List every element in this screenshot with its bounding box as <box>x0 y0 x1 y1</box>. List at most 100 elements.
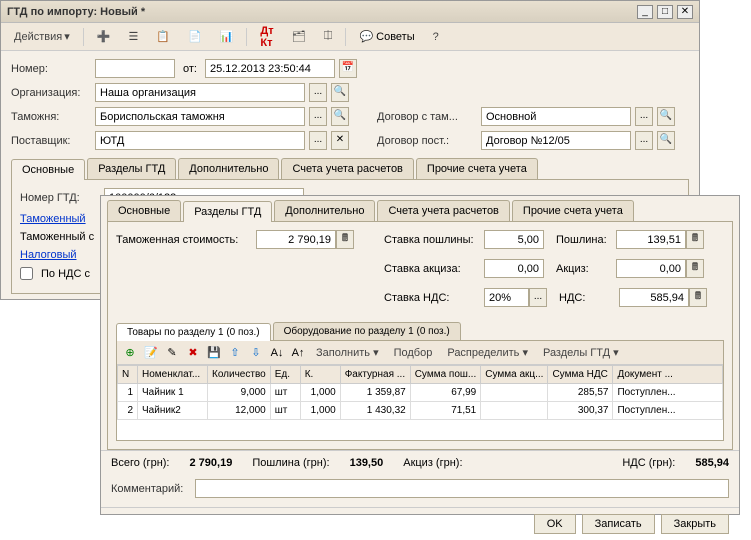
tab-accounts[interactable]: Счета учета расчетов <box>281 158 413 179</box>
contract-sup-open-icon[interactable]: 🔍 <box>657 131 675 150</box>
supplier-select-button[interactable]: ... <box>309 131 327 150</box>
tab-sections-2[interactable]: Разделы ГТД <box>183 201 272 222</box>
customs-payment-link[interactable]: Таможенный <box>20 213 86 225</box>
org-select-button[interactable]: ... <box>309 83 327 102</box>
tab-goods[interactable]: Товары по разделу 1 (0 поз.) <box>116 323 271 341</box>
col-excise[interactable]: Сумма акц... <box>481 366 548 384</box>
col-nom[interactable]: Номенклат... <box>138 366 208 384</box>
number-input[interactable] <box>95 59 175 78</box>
inner-tabs: Товары по разделу 1 (0 поз.) Оборудовани… <box>116 322 724 340</box>
customs-input[interactable] <box>95 107 305 126</box>
tab-main-2[interactable]: Основные <box>107 200 181 221</box>
col-unit[interactable]: Ед. <box>270 366 300 384</box>
vat-checkbox[interactable] <box>20 267 33 280</box>
tree-icon[interactable]: 🗂 <box>285 27 313 46</box>
duty-rate-input[interactable] <box>484 230 544 249</box>
tab-main[interactable]: Основные <box>11 159 85 180</box>
copy-row-icon[interactable]: 💾 <box>205 344 223 362</box>
add-icon[interactable]: ➕ <box>90 27 118 46</box>
distribute-menu[interactable]: Распределить ▾ <box>441 344 534 361</box>
ok-button[interactable]: OK <box>534 514 576 534</box>
col-n[interactable]: N <box>118 366 138 384</box>
duty-rate-label: Ставка пошлины: <box>384 234 484 246</box>
org-input[interactable] <box>95 83 305 102</box>
calc-icon[interactable]: 🖩 <box>336 230 354 249</box>
supplier-clear-icon[interactable]: ✕ <box>331 131 349 150</box>
contract-cust-input[interactable] <box>481 107 631 126</box>
customs-open-icon[interactable]: 🔍 <box>331 107 349 126</box>
vat-total-label: НДС (грн): <box>622 457 675 469</box>
list-icon[interactable]: ☰ <box>121 27 145 46</box>
vat-rate-input[interactable] <box>484 288 529 307</box>
customs-select-button[interactable]: ... <box>309 107 327 126</box>
copy-icon[interactable]: 📋 <box>149 27 177 46</box>
move-up-icon[interactable]: ⇧ <box>226 344 244 362</box>
date-input[interactable] <box>205 59 335 78</box>
comment-input[interactable] <box>195 479 729 498</box>
sections-menu[interactable]: Разделы ГТД ▾ <box>537 344 625 361</box>
report-icon[interactable]: 📊 <box>213 27 241 46</box>
sort-desc-icon[interactable]: A↑ <box>289 344 307 362</box>
duty-input[interactable] <box>616 230 686 249</box>
grid-toolbar: ⊕ 📝 ✎ ✖ 💾 ⇧ ⇩ A↓ A↑ Заполнить ▾ Подбор Р… <box>117 341 723 365</box>
contract-sup-select-button[interactable]: ... <box>635 131 653 150</box>
vat-rate-select[interactable]: ... <box>529 288 547 307</box>
table-row[interactable]: 2Чайник212,000шт1,0001 430,3271,51300,37… <box>118 402 723 420</box>
close-button[interactable]: ✕ <box>677 5 693 19</box>
cost-input[interactable] <box>256 230 336 249</box>
sort-asc-icon[interactable]: A↓ <box>268 344 286 362</box>
vat-input[interactable] <box>619 288 689 307</box>
insert-row-icon[interactable]: 📝 <box>142 344 160 362</box>
select-button[interactable]: Подбор <box>388 345 439 361</box>
vat-chk-label: По НДС с <box>41 268 90 280</box>
tab-other-accounts[interactable]: Прочие счета учета <box>416 158 538 179</box>
table-row[interactable]: 1Чайник 19,000шт1,0001 359,8767,99285,57… <box>118 384 723 402</box>
minimize-button[interactable]: _ <box>637 5 653 19</box>
grid-container: ⊕ 📝 ✎ ✖ 💾 ⇧ ⇩ A↓ A↑ Заполнить ▾ Подбор Р… <box>116 340 724 441</box>
tab-equipment[interactable]: Оборудование по разделу 1 (0 поз.) <box>273 322 461 340</box>
calc-icon[interactable]: 🖩 <box>686 230 704 249</box>
struct-icon[interactable]: ⎅ <box>317 27 340 46</box>
tab-additional-2[interactable]: Дополнительно <box>274 200 375 221</box>
org-open-icon[interactable]: 🔍 <box>331 83 349 102</box>
col-vat[interactable]: Сумма НДС <box>548 366 613 384</box>
tab-other-accounts-2[interactable]: Прочие счета учета <box>512 200 634 221</box>
window-sections-detail: Основные Разделы ГТД Дополнительно Счета… <box>100 195 740 515</box>
contract-cust-select-button[interactable]: ... <box>635 107 653 126</box>
close-button[interactable]: Закрыть <box>661 514 729 534</box>
org-label: Организация: <box>11 87 91 99</box>
edit-row-icon[interactable]: ✎ <box>163 344 181 362</box>
number-label: Номер: <box>11 63 91 75</box>
supplier-input[interactable] <box>95 131 305 150</box>
contract-cust-open-icon[interactable]: 🔍 <box>657 107 675 126</box>
col-duty[interactable]: Сумма пош... <box>410 366 481 384</box>
actions-menu[interactable]: Действия ▾ <box>7 27 77 46</box>
calc-icon[interactable]: 🖩 <box>689 288 707 307</box>
col-qty[interactable]: Количество <box>208 366 271 384</box>
contract-cust-label: Договор с там... <box>377 111 477 123</box>
contract-sup-input[interactable] <box>481 131 631 150</box>
col-invoice[interactable]: Фактурная ... <box>340 366 410 384</box>
calc-icon[interactable]: 🖩 <box>686 259 704 278</box>
tab-additional[interactable]: Дополнительно <box>178 158 279 179</box>
maximize-button[interactable]: □ <box>657 5 673 19</box>
move-down-icon[interactable]: ⇩ <box>247 344 265 362</box>
dk-icon[interactable]: ДтКт <box>253 22 280 52</box>
doc-icon[interactable]: 📄 <box>181 27 209 46</box>
help-icon[interactable]: ? <box>426 28 446 46</box>
tab-sections[interactable]: Разделы ГТД <box>87 158 176 179</box>
fill-menu[interactable]: Заполнить ▾ <box>310 344 385 361</box>
advice-button[interactable]: 💬 Советы <box>352 27 421 46</box>
col-doc[interactable]: Документ ... <box>613 366 723 384</box>
add-row-icon[interactable]: ⊕ <box>121 344 139 362</box>
delete-row-icon[interactable]: ✖ <box>184 344 202 362</box>
calendar-icon[interactable]: 📅 <box>339 59 357 78</box>
excise-input[interactable] <box>616 259 686 278</box>
excise-rate-input[interactable] <box>484 259 544 278</box>
tab-accounts-2[interactable]: Счета учета расчетов <box>377 200 509 221</box>
save-button[interactable]: Записать <box>582 514 655 534</box>
tax-link[interactable]: Налоговый <box>20 249 77 261</box>
supplier-label: Поставщик: <box>11 135 91 147</box>
duty-total-label: Пошлина (грн): <box>252 457 329 469</box>
col-k[interactable]: К. <box>300 366 340 384</box>
